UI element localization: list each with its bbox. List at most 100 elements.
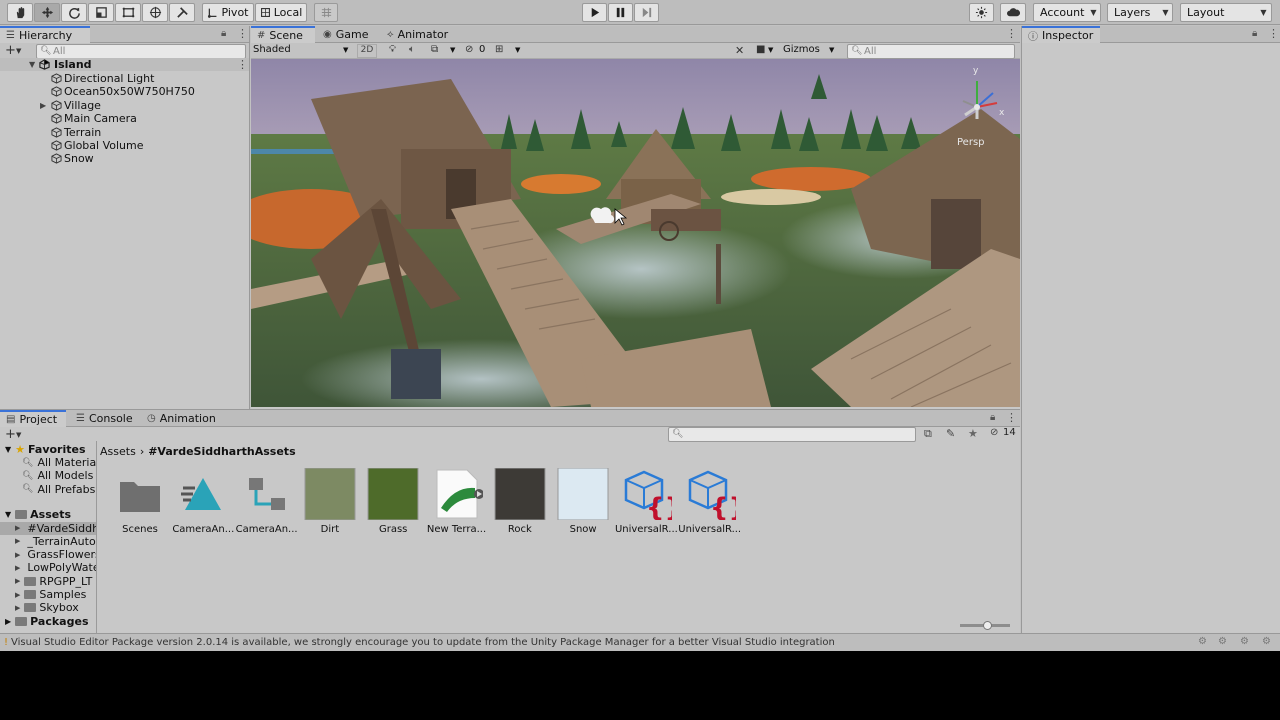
asset-folder-item[interactable]: ▶ RPGPP_LT <box>0 575 96 588</box>
asset-folder-item[interactable]: ▶ LowPolyWater <box>0 561 96 574</box>
hierarchy-search-input[interactable]: 🔍︎ All <box>36 44 246 59</box>
expand-arrow-icon[interactable]: ▶ <box>15 537 20 545</box>
hierarchy-item[interactable]: Main Camera <box>0 112 249 125</box>
asset-item[interactable]: Grass <box>361 467 423 540</box>
expand-arrow-icon[interactable]: ▶ <box>15 604 20 612</box>
lighting-icon[interactable]: 💡︎ <box>389 44 396 55</box>
chevron-down-icon[interactable]: ▼ <box>16 431 21 439</box>
more-menu-icon[interactable]: ⋮ <box>237 58 248 71</box>
favorite-item[interactable]: 🔍︎ All Prefabs <box>0 483 96 496</box>
slider-thumb[interactable] <box>983 621 992 630</box>
asset-item[interactable]: Snow <box>551 467 613 540</box>
asset-item[interactable]: CameraAn... <box>235 468 298 540</box>
hidden-objects-icon[interactable]: ⊘ <box>465 44 473 55</box>
expand-arrow-icon[interactable]: ▼ <box>5 445 11 454</box>
assets-root-row[interactable]: ▼ Assets <box>0 508 96 521</box>
local-toggle[interactable]: Local <box>255 3 307 22</box>
chevron-down-icon[interactable]: ▼ <box>515 46 520 54</box>
notification-icon[interactable]: ⚙ <box>1262 636 1271 647</box>
more-menu-icon[interactable]: ⋮ <box>1268 27 1279 40</box>
status-bar[interactable]: ! Visual Studio Editor Package version 2… <box>0 633 1280 651</box>
expand-arrow-icon[interactable]: ▶ <box>15 591 20 599</box>
tab-project[interactable]: ▤ Project <box>0 410 66 427</box>
pause-button[interactable] <box>608 3 633 22</box>
asset-item[interactable]: Dirt <box>298 467 360 540</box>
play-button[interactable] <box>582 3 607 22</box>
favorite-item[interactable]: 🔍︎ All Models <box>0 469 96 482</box>
gizmos-dropdown[interactable]: Gizmos ▼ <box>783 44 841 58</box>
asset-item[interactable]: Rock <box>488 467 550 540</box>
chevron-down-icon[interactable]: ▼ <box>450 46 455 54</box>
camera-icon[interactable]: ■ <box>756 44 765 55</box>
hierarchy-item[interactable]: Global Volume <box>0 139 249 152</box>
move-tool-button[interactable] <box>34 3 60 22</box>
tab-inspector[interactable]: ⓘ Inspector <box>1022 26 1100 43</box>
favorite-item[interactable]: 🔍︎All Materials <box>0 456 96 469</box>
expand-arrow-icon[interactable]: ▶ <box>15 577 20 585</box>
layers-dropdown[interactable]: Layers ▼ <box>1107 3 1173 22</box>
expand-arrow-icon[interactable]: ▶ <box>5 617 11 626</box>
expand-arrow-icon[interactable]: ▶ <box>40 101 46 110</box>
grid-toggle-icon[interactable]: ⊞ <box>495 44 503 55</box>
expand-arrow-icon[interactable]: ▼ <box>5 510 11 519</box>
grid-snap-button[interactable] <box>314 3 338 22</box>
more-menu-icon[interactable]: ⋮ <box>1006 27 1017 40</box>
scene-viewport[interactable]: y x Persp <box>251 59 1020 407</box>
audio-icon[interactable]: 🔈︎ <box>409 44 415 55</box>
cloud-button[interactable] <box>1000 3 1026 22</box>
tools-icon[interactable]: ✕ <box>735 44 744 57</box>
more-menu-icon[interactable]: ⋮ <box>1006 411 1017 424</box>
persp-label[interactable]: Persp <box>957 137 985 148</box>
lock-icon[interactable]: 🔒︎ <box>221 28 226 39</box>
hierarchy-item[interactable]: Ocean50x50W750H750 <box>0 85 249 98</box>
hierarchy-item[interactable]: Terrain <box>0 126 249 139</box>
account-dropdown[interactable]: Account ▼ <box>1033 3 1101 22</box>
chevron-down-icon[interactable]: ▼ <box>768 46 773 54</box>
favorites-row[interactable]: ▼ ★ Favorites <box>0 443 96 456</box>
hierarchy-item[interactable]: Snow <box>0 152 249 165</box>
custom-tool-button[interactable] <box>169 3 195 22</box>
expand-arrow-icon[interactable]: ▼ <box>29 60 35 69</box>
lock-icon[interactable]: 🔒︎ <box>1252 28 1257 39</box>
expand-arrow-icon[interactable]: ▶ <box>15 564 20 572</box>
tab-hierarchy[interactable]: ☰ Hierarchy <box>0 26 90 43</box>
scale-tool-button[interactable] <box>88 3 114 22</box>
asset-folder-item[interactable]: ▶ Skybox <box>0 601 96 614</box>
scene-search-input[interactable]: 🔍︎ All <box>847 44 1015 59</box>
asset-item[interactable]: {} UniversalR... <box>614 468 683 540</box>
more-menu-icon[interactable]: ⋮ <box>237 27 248 40</box>
expand-arrow-icon[interactable]: ▶ <box>15 524 20 532</box>
hierarchy-item[interactable]: ▶ Village <box>0 99 249 112</box>
chevron-down-icon[interactable]: ▼ <box>16 47 21 55</box>
asset-folder-item[interactable]: ▶ Samples <box>0 588 96 601</box>
tab-animator[interactable]: ⟡ Animator <box>381 26 454 43</box>
network-icon[interactable]: ⚙ <box>1218 636 1227 647</box>
collab-button[interactable] <box>969 3 994 22</box>
packages-row[interactable]: ▶ Packages <box>0 615 96 628</box>
2d-toggle[interactable]: 2D <box>357 44 377 58</box>
tab-game[interactable]: ◉ Game <box>317 26 374 43</box>
add-icon[interactable]: + <box>5 43 16 58</box>
add-icon[interactable]: + <box>5 427 16 442</box>
thumbnail-size-slider[interactable] <box>960 621 1010 630</box>
rect-tool-button[interactable] <box>115 3 141 22</box>
transform-tool-button[interactable] <box>142 3 168 22</box>
asset-item[interactable]: CameraAn... <box>171 468 234 540</box>
hand-tool-button[interactable] <box>7 3 33 22</box>
progress-icon[interactable]: ⚙ <box>1198 636 1207 647</box>
shading-mode-dropdown[interactable]: Shaded ▼ <box>253 44 351 58</box>
asset-folder-item[interactable]: ▶ _TerrainAutoUpgrade <box>0 535 96 548</box>
pivot-toggle[interactable]: Pivot <box>202 3 254 22</box>
expand-arrow-icon[interactable]: ▶ <box>15 551 20 559</box>
tab-scene[interactable]: # Scene <box>251 26 315 43</box>
asset-item[interactable]: {} UniversalR... <box>678 468 747 540</box>
asset-item[interactable]: Scenes <box>108 468 170 540</box>
asset-item[interactable]: New Terra... <box>425 468 487 540</box>
effects-icon[interactable]: ⧉ <box>431 44 438 55</box>
layout-dropdown[interactable]: Layout ▼ <box>1180 3 1272 22</box>
debug-icon[interactable]: ⚙ <box>1240 636 1249 647</box>
asset-folder-item[interactable]: ▶ GrassFlowers <box>0 548 96 561</box>
rotate-tool-button[interactable] <box>61 3 87 22</box>
hierarchy-scene-row[interactable]: ▼ Island ⋮ <box>0 58 249 71</box>
asset-folder-item[interactable]: ▶ #VardeSiddharthAssets <box>0 521 96 535</box>
